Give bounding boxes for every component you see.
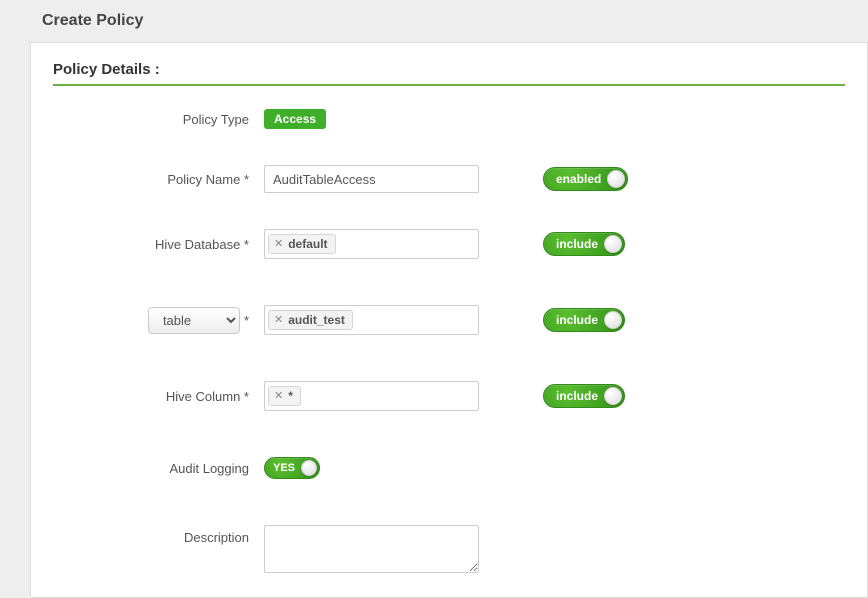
include-database-toggle[interactable]: include (543, 232, 625, 256)
resource-level-select[interactable]: table udf (148, 307, 240, 334)
database-tag: ✕ default (268, 234, 336, 254)
column-tag: ✕ * (268, 386, 301, 406)
include-table-toggle[interactable]: include (543, 308, 625, 332)
column-tag-label: * (288, 389, 293, 403)
policy-type-badge: Access (264, 109, 326, 129)
remove-tag-icon[interactable]: ✕ (274, 315, 283, 326)
resource-required-mark: * (244, 313, 249, 328)
policy-name-input[interactable] (264, 165, 479, 193)
toggle-knob (604, 235, 622, 253)
toggle-knob (604, 311, 622, 329)
enabled-toggle[interactable]: enabled (543, 167, 628, 191)
label-policy-name: Policy Name * (53, 164, 263, 194)
hive-column-input[interactable]: ✕ * (264, 381, 479, 411)
include-database-label: include (556, 237, 598, 251)
section-title: Policy Details : (53, 61, 845, 86)
table-tag-label: audit_test (288, 313, 345, 327)
remove-tag-icon[interactable]: ✕ (274, 239, 283, 250)
include-table-label: include (556, 313, 598, 327)
toggle-knob (301, 460, 317, 476)
label-hive-database: Hive Database * (53, 228, 263, 260)
policy-form: Policy Type Access Policy Name * enabled (53, 108, 629, 577)
enabled-toggle-label: enabled (556, 172, 601, 186)
label-description: Description (53, 524, 263, 577)
label-policy-type: Policy Type (53, 108, 263, 130)
table-tag: ✕ audit_test (268, 310, 353, 330)
audit-logging-toggle[interactable]: YES (264, 457, 320, 479)
toggle-knob (607, 170, 625, 188)
database-tag-label: default (288, 237, 327, 251)
hive-database-input[interactable]: ✕ default (264, 229, 479, 259)
label-audit-logging: Audit Logging (53, 456, 263, 480)
label-hive-column: Hive Column * (53, 380, 263, 412)
include-column-label: include (556, 389, 598, 403)
policy-panel: Policy Details : Policy Type Access Poli… (30, 42, 868, 598)
description-input[interactable] (264, 525, 479, 573)
include-column-toggle[interactable]: include (543, 384, 625, 408)
page-title: Create Policy (0, 0, 868, 42)
toggle-knob (604, 387, 622, 405)
hive-table-input[interactable]: ✕ audit_test (264, 305, 479, 335)
audit-logging-label: YES (273, 462, 295, 474)
remove-tag-icon[interactable]: ✕ (274, 391, 283, 402)
